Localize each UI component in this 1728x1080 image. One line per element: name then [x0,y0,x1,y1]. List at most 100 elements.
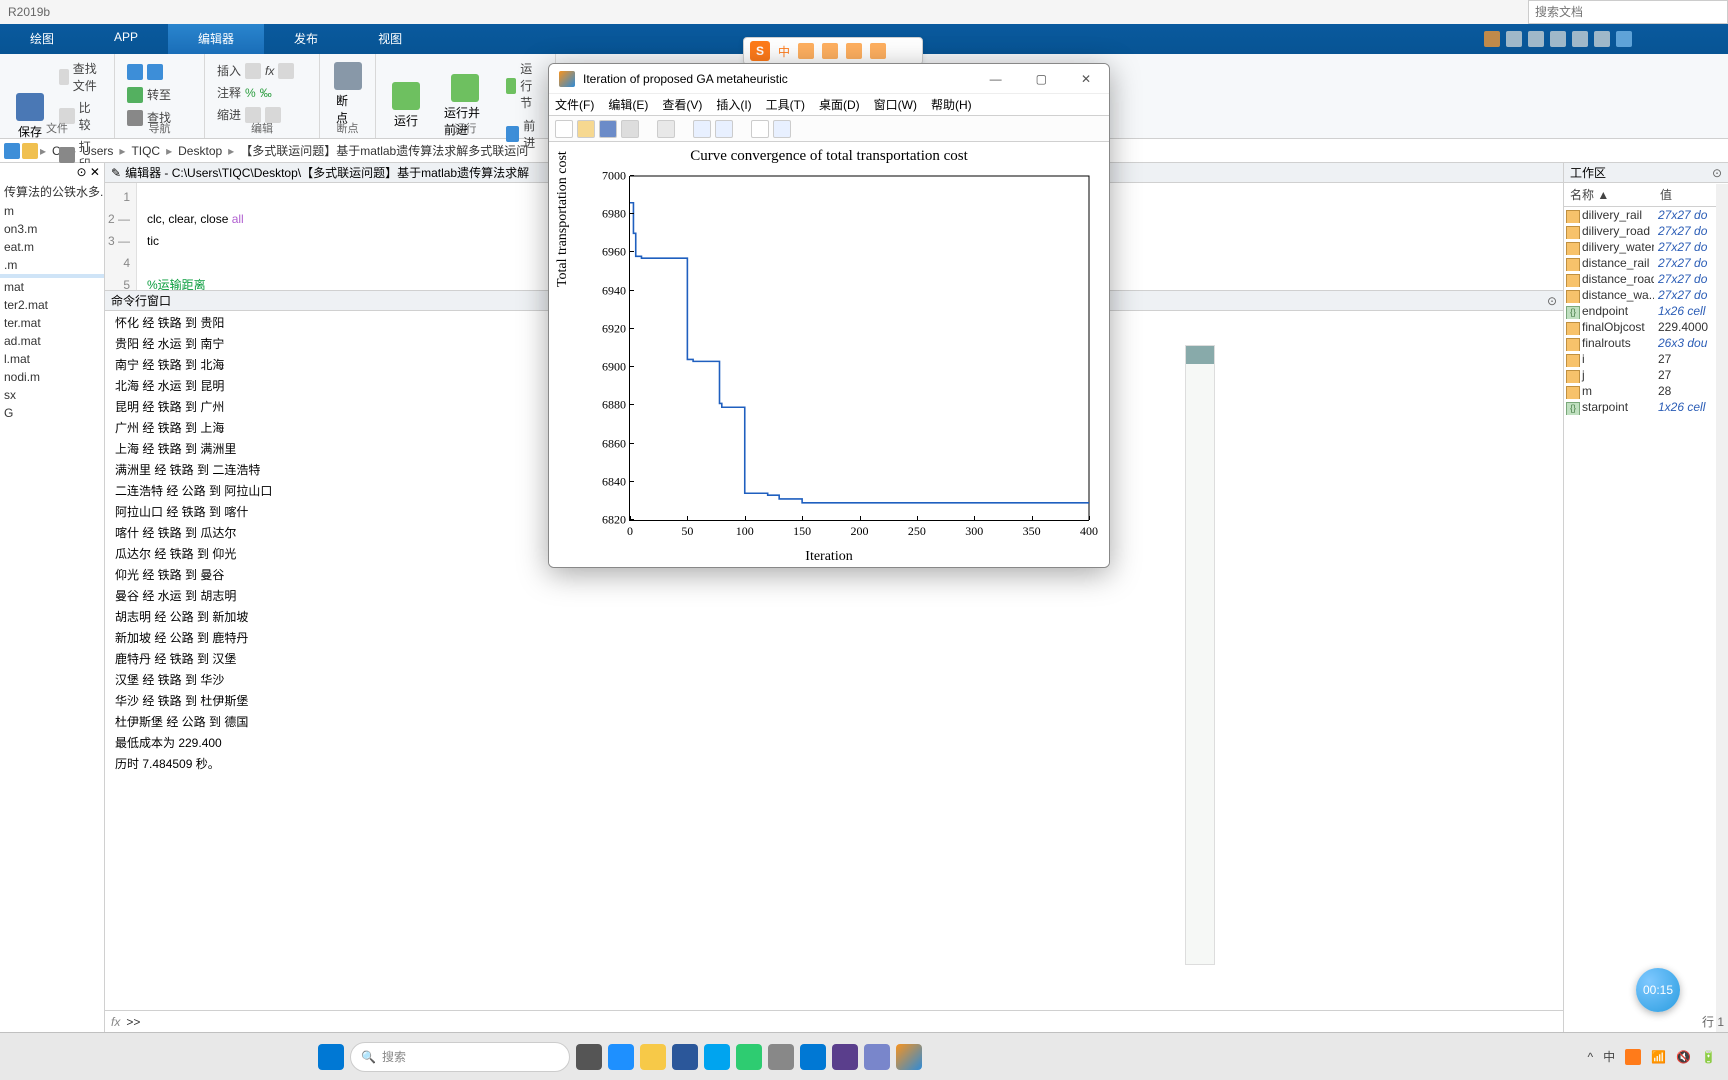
workspace-var[interactable]: finalObjcost229.4000 [1564,319,1728,335]
file-item[interactable]: .m [0,256,104,274]
undo-icon[interactable] [1572,31,1588,47]
sogou-ime-bar[interactable]: S 中 [743,37,923,65]
figure-axes-area[interactable]: Curve convergence of total transportatio… [549,142,1109,567]
pointer-icon[interactable] [751,120,769,138]
col-value[interactable]: 值 [1654,183,1678,206]
panel-dropdown-icon[interactable]: ⊙ ✕ [0,163,104,181]
tab-view[interactable]: 视图 [348,24,432,54]
figure-menu-item[interactable]: 窗口(W) [874,96,917,113]
workspace-var[interactable]: distance_rail27x27 do [1564,255,1728,271]
minimize-icon[interactable]: — [982,68,1010,90]
ime-menu-icon[interactable] [870,43,886,59]
figure-menu-item[interactable]: 编辑(E) [608,96,648,113]
file-item[interactable]: ter2.mat [0,296,104,314]
edge-icon[interactable] [608,1044,634,1070]
figure-titlebar[interactable]: Iteration of proposed GA metaheuristic —… [549,64,1109,94]
figure-menu-item[interactable]: 插入(I) [716,96,751,113]
link-icon[interactable] [657,120,675,138]
new-figure-icon[interactable] [555,120,573,138]
tray-battery-icon[interactable]: 🔋 [1701,1050,1716,1064]
wechat-icon[interactable] [736,1044,762,1070]
run-section-button[interactable]: 运行节 [502,58,547,113]
doc-search-input[interactable] [1529,1,1727,23]
findfiles-button[interactable]: 查找文件 [55,58,106,96]
tray-sogou-icon[interactable] [1625,1049,1641,1065]
path-seg[interactable]: TIQC [127,144,164,158]
recording-timer[interactable]: 00:15 [1636,968,1680,1012]
help-icon[interactable] [1616,31,1632,47]
cut-icon[interactable] [1506,31,1522,47]
workspace-scrollbar[interactable] [1716,184,1728,1032]
open-icon[interactable] [577,120,595,138]
tray-ime-icon[interactable]: 中 [1603,1048,1615,1065]
layout1-icon[interactable] [693,120,711,138]
tray-chevron-icon[interactable]: ^ [1587,1050,1593,1064]
paste-icon[interactable] [1550,31,1566,47]
app1-icon[interactable] [704,1044,730,1070]
figure-menu-item[interactable]: 查看(V) [662,96,702,113]
file-item[interactable]: 传算法的公铁水多... [0,181,104,202]
workspace-var[interactable]: m28 [1564,383,1728,399]
panel-menu-icon[interactable]: ⊙ [1712,166,1722,180]
col-name[interactable]: 名称 ▲ [1564,183,1654,206]
close-icon[interactable]: ✕ [1073,68,1099,90]
doc-search[interactable] [1528,0,1728,24]
file-item[interactable]: nodi.m [0,368,104,386]
tab-editor[interactable]: 编辑器 [168,24,264,54]
workspace-var[interactable]: distance_wa...27x27 do [1564,287,1728,303]
save-quick-icon[interactable] [1484,31,1500,47]
panel-menu-icon[interactable]: ⊙ [1547,294,1557,308]
taskbar-search[interactable]: 🔍 搜索 [350,1042,570,1072]
figure-menu-item[interactable]: 工具(T) [766,96,805,113]
file-item[interactable] [0,426,104,430]
file-item[interactable]: on3.m [0,220,104,238]
figure-window[interactable]: Iteration of proposed GA metaheuristic —… [548,63,1110,568]
command-prompt[interactable]: fx >> [105,1010,1563,1032]
redo-icon[interactable] [1594,31,1610,47]
tab-publish[interactable]: 发布 [264,24,348,54]
comment-button[interactable]: 注释 % ‰ [213,82,311,103]
ime-mic-icon[interactable] [798,43,814,59]
file-item[interactable]: mat [0,278,104,296]
file-item[interactable]: ter.mat [0,314,104,332]
maximize-icon[interactable]: ▢ [1028,68,1055,90]
workspace-var[interactable]: j27 [1564,367,1728,383]
word-icon[interactable] [672,1044,698,1070]
goto-button[interactable]: 转至 [123,84,196,105]
file-item[interactable]: m [0,202,104,220]
figure-menu-item[interactable]: 帮助(H) [931,96,972,113]
tab-app[interactable]: APP [84,24,168,54]
workspace-var[interactable]: starpoint1x26 cell [1564,399,1728,415]
system-tray[interactable]: ^ 中 📶 🔇 🔋 [1587,1048,1716,1065]
save-icon[interactable] [599,120,617,138]
start-icon[interactable] [318,1044,344,1070]
tray-volume-icon[interactable]: 🔇 [1676,1050,1691,1064]
workspace-var[interactable]: i27 [1564,351,1728,367]
insert-button[interactable]: 插入 fx [213,60,311,81]
figure-menu-item[interactable]: 文件(F) [555,96,594,113]
fx-icon[interactable]: fx [265,64,274,78]
app2-icon[interactable] [768,1044,794,1070]
copy-icon[interactable] [1528,31,1544,47]
arrow-back-icon[interactable] [123,62,196,82]
ime-lang[interactable]: 中 [778,43,790,60]
app3-icon[interactable] [832,1044,858,1070]
editor-minimap[interactable] [1185,345,1215,965]
layout2-icon[interactable] [715,120,733,138]
workspace-var[interactable]: dilivery_rail27x27 do [1564,207,1728,223]
path-seg[interactable]: Desktop [174,144,226,158]
print-icon[interactable] [621,120,639,138]
file-item[interactable]: l.mat [0,350,104,368]
file-item[interactable]: sx [0,386,104,404]
app4-icon[interactable] [864,1044,890,1070]
ie-icon[interactable] [800,1044,826,1070]
file-item[interactable]: G [0,404,104,422]
tab-plot[interactable]: 绘图 [0,24,84,54]
file-item[interactable]: eat.m [0,238,104,256]
workspace-var[interactable]: dilivery_water27x27 do [1564,239,1728,255]
ime-keyboard-icon[interactable] [822,43,838,59]
taskview-icon[interactable] [576,1044,602,1070]
datatips-icon[interactable] [773,120,791,138]
workspace-var[interactable]: dilivery_road27x27 do [1564,223,1728,239]
workspace-var[interactable]: distance_road27x27 do [1564,271,1728,287]
